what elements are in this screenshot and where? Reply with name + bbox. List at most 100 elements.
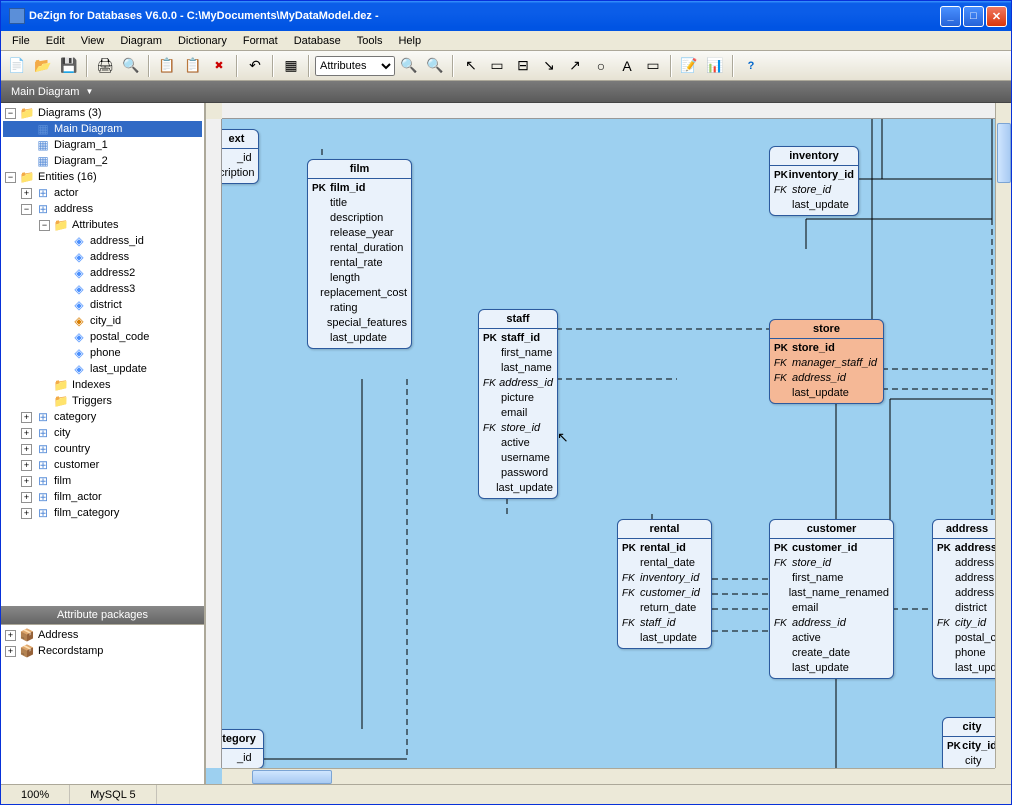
entity-ext[interactable]: ext_idcription bbox=[222, 129, 259, 184]
pkg-recordstamp[interactable]: +📦Recordstamp bbox=[3, 643, 202, 659]
entity-attr: FKstore_id bbox=[483, 421, 553, 436]
open-button[interactable]: 📂 bbox=[31, 54, 55, 78]
tree-film[interactable]: +⊞film bbox=[3, 473, 202, 489]
entity-film[interactable]: filmPKfilm_idtitledescriptionrelease_yea… bbox=[307, 159, 412, 349]
entity-tool[interactable]: ▭ bbox=[485, 54, 509, 78]
display-combo[interactable]: Attributes bbox=[315, 56, 395, 76]
tree-customer[interactable]: +⊞customer bbox=[3, 457, 202, 473]
delete-button[interactable]: ✖ bbox=[207, 54, 231, 78]
entity-inventory[interactable]: inventoryPKinventory_idFKstore_idlast_up… bbox=[769, 146, 859, 216]
entity-title: address bbox=[933, 520, 995, 539]
tree-triggers[interactable]: 📁Triggers bbox=[3, 393, 202, 409]
entity-attr: PKfilm_id bbox=[312, 181, 407, 196]
circle-tool[interactable]: ○ bbox=[589, 54, 613, 78]
tree-diagram1[interactable]: ▦Diagram_1 bbox=[3, 137, 202, 153]
tree-attr[interactable]: ◈postal_code bbox=[3, 329, 202, 345]
menu-tools[interactable]: Tools bbox=[350, 33, 390, 49]
tree-attr[interactable]: ◈phone bbox=[3, 345, 202, 361]
tree-address-attrs[interactable]: −📁Attributes bbox=[3, 217, 202, 233]
scrollbar-vertical[interactable] bbox=[995, 103, 1011, 768]
tree-country[interactable]: +⊞country bbox=[3, 441, 202, 457]
entity-attr: rating bbox=[312, 301, 407, 316]
new-button[interactable]: 📄 bbox=[5, 54, 29, 78]
zoom-out-button[interactable]: 🔍 bbox=[423, 54, 447, 78]
paste-button[interactable]: 📋 bbox=[181, 54, 205, 78]
undo-button[interactable]: ↶ bbox=[243, 54, 267, 78]
entity-staff[interactable]: staffPKstaff_idfirst_namelast_nameFKaddr… bbox=[478, 309, 558, 499]
scrollbar-horizontal[interactable] bbox=[222, 768, 995, 784]
status-db: MySQL 5 bbox=[70, 785, 156, 804]
entity-attr: first_name bbox=[483, 346, 553, 361]
tree-diagrams[interactable]: −📁Diagrams (3) bbox=[3, 105, 202, 121]
preview-button[interactable]: 🔍 bbox=[119, 54, 143, 78]
tree-diagram2[interactable]: ▦Diagram_2 bbox=[3, 153, 202, 169]
tree-attr[interactable]: ◈address bbox=[3, 249, 202, 265]
tree-address[interactable]: −⊞address bbox=[3, 201, 202, 217]
entity-store[interactable]: storePKstore_idFKmanager_staff_idFKaddre… bbox=[769, 319, 884, 404]
entity-rental[interactable]: rentalPKrental_idrental_dateFKinventory_… bbox=[617, 519, 712, 649]
tree-attr[interactable]: ◈last_update bbox=[3, 361, 202, 377]
tree-attr[interactable]: ◈address2 bbox=[3, 265, 202, 281]
menu-format[interactable]: Format bbox=[236, 33, 285, 49]
tree-film-actor[interactable]: +⊞film_actor bbox=[3, 489, 202, 505]
tree-city[interactable]: +⊞city bbox=[3, 425, 202, 441]
entity-attr: phone bbox=[937, 646, 995, 661]
menu-database[interactable]: Database bbox=[287, 33, 348, 49]
copy-button[interactable]: 📋 bbox=[155, 54, 179, 78]
zoom-in-button[interactable]: 🔍 bbox=[397, 54, 421, 78]
menu-file[interactable]: File bbox=[5, 33, 37, 49]
rel1-tool[interactable]: ⊟ bbox=[511, 54, 535, 78]
help-button[interactable]: ? bbox=[739, 54, 763, 78]
entity-title: ext bbox=[222, 130, 258, 149]
minimize-button[interactable]: _ bbox=[940, 6, 961, 27]
menu-edit[interactable]: Edit bbox=[39, 33, 72, 49]
report-button[interactable]: 📊 bbox=[703, 54, 727, 78]
tree-category[interactable]: +⊞category bbox=[3, 409, 202, 425]
rel2-tool[interactable]: ↘ bbox=[537, 54, 561, 78]
pointer-tool[interactable]: ↖ bbox=[459, 54, 483, 78]
gen-button[interactable]: 📝 bbox=[677, 54, 701, 78]
packages-header: Attribute packages bbox=[1, 606, 204, 624]
entity-address[interactable]: addressPKaddressaddressaddressaddressdis… bbox=[932, 519, 995, 679]
entity-attr: last_update bbox=[774, 661, 889, 676]
tree-attr[interactable]: ◈address3 bbox=[3, 281, 202, 297]
tree-film-category[interactable]: +⊞film_category bbox=[3, 505, 202, 521]
menu-dictionary[interactable]: Dictionary bbox=[171, 33, 234, 49]
grid-button[interactable]: ▦ bbox=[279, 54, 303, 78]
entity-attr: last_update bbox=[312, 331, 407, 346]
entity-attr: PKcustomer_id bbox=[774, 541, 889, 556]
menu-diagram[interactable]: Diagram bbox=[113, 33, 169, 49]
entity-attr: active bbox=[483, 436, 553, 451]
tree-attr[interactable]: ◈district bbox=[3, 297, 202, 313]
entity-city[interactable]: cityPKcity_idcity bbox=[942, 717, 995, 768]
print-button[interactable]: 🖨 bbox=[93, 54, 117, 78]
menu-help[interactable]: Help bbox=[391, 33, 428, 49]
tree-indexes[interactable]: 📁Indexes bbox=[3, 377, 202, 393]
entity-tegory[interactable]: tegory_id bbox=[222, 729, 264, 768]
packages-pane[interactable]: +📦Address +📦Recordstamp bbox=[1, 624, 204, 784]
maximize-button[interactable]: □ bbox=[963, 6, 984, 27]
tree-main-diagram[interactable]: ▦Main Diagram bbox=[3, 121, 202, 137]
tree-attr[interactable]: ◈address_id bbox=[3, 233, 202, 249]
rel3-tool[interactable]: ↗ bbox=[563, 54, 587, 78]
diagram-canvas[interactable]: ext_idcription filmPKfilm_idtitledescrip… bbox=[222, 119, 995, 768]
note-tool[interactable]: ▭ bbox=[641, 54, 665, 78]
tree-attr[interactable]: ◈city_id bbox=[3, 313, 202, 329]
menu-view[interactable]: View bbox=[74, 33, 112, 49]
save-button[interactable]: 💾 bbox=[57, 54, 81, 78]
entity-attr: FKaddress_id bbox=[483, 376, 553, 391]
diagram-tab[interactable]: Main Diagram ▼ bbox=[1, 81, 1011, 103]
text-tool[interactable]: A bbox=[615, 54, 639, 78]
entity-attr: last_upd bbox=[937, 661, 995, 676]
entity-customer[interactable]: customerPKcustomer_idFKstore_idfirst_nam… bbox=[769, 519, 894, 679]
pkg-address[interactable]: +📦Address bbox=[3, 627, 202, 643]
entity-attr: title bbox=[312, 196, 407, 211]
tree-pane[interactable]: −📁Diagrams (3) ▦Main Diagram ▦Diagram_1 … bbox=[1, 103, 204, 606]
entity-attr: first_name bbox=[774, 571, 889, 586]
tree-actor[interactable]: +⊞actor bbox=[3, 185, 202, 201]
entity-attr: description bbox=[312, 211, 407, 226]
tree-entities[interactable]: −📁Entities (16) bbox=[3, 169, 202, 185]
close-button[interactable]: ✕ bbox=[986, 6, 1007, 27]
diagram-tab-label: Main Diagram bbox=[11, 86, 79, 98]
entity-attr: city bbox=[947, 754, 995, 768]
